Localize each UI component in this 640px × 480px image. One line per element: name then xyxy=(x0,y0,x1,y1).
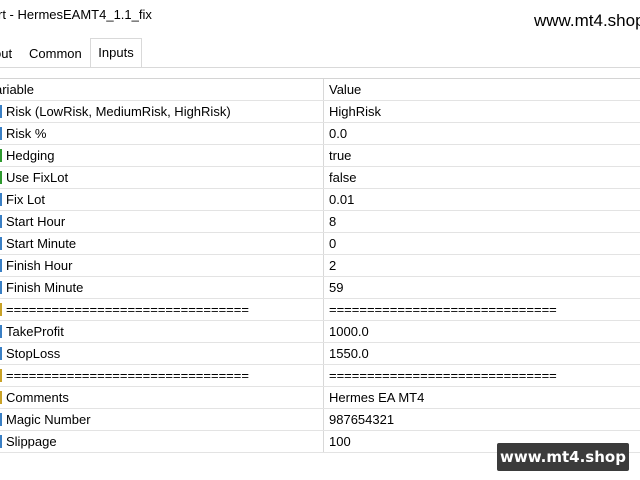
variable-label: Magic Number xyxy=(6,412,91,427)
cell-variable[interactable]: Hedging xyxy=(0,145,324,166)
param-type-icon xyxy=(0,149,2,162)
cell-value[interactable]: true xyxy=(329,145,640,166)
table-row[interactable]: Finish Hour 2 xyxy=(0,255,640,277)
cell-value[interactable]: HighRisk xyxy=(329,101,640,122)
cell-variable[interactable]: Risk % xyxy=(0,123,324,144)
variable-label: Start Minute xyxy=(6,236,77,251)
table-row[interactable]: Magic Number 987654321 xyxy=(0,409,640,431)
variable-label: Finish Hour xyxy=(6,258,73,273)
variable-label: ================================ xyxy=(6,302,249,317)
tab-inputs[interactable]: Inputs xyxy=(90,38,142,68)
variable-label: Risk (LowRisk, MediumRisk, HighRisk) xyxy=(6,104,231,119)
tab-common[interactable]: Common xyxy=(29,41,82,67)
table-row[interactable]: ================================ ========… xyxy=(0,365,640,387)
variable-label: Fix Lot xyxy=(6,192,46,207)
param-type-icon xyxy=(0,369,2,382)
param-type-icon xyxy=(0,193,2,206)
variable-label: Start Hour xyxy=(6,214,66,229)
cell-variable[interactable]: Finish Minute xyxy=(0,277,324,298)
column-header-variable[interactable]: ariable xyxy=(0,79,324,100)
variable-label: StopLoss xyxy=(6,346,61,361)
table-row[interactable]: Start Minute 0 xyxy=(0,233,640,255)
cell-value[interactable]: 1000.0 xyxy=(329,321,640,342)
cell-value[interactable]: 987654321 xyxy=(329,409,640,430)
cell-variable[interactable]: Fix Lot xyxy=(0,189,324,210)
table-row[interactable]: Risk (LowRisk, MediumRisk, HighRisk) High… xyxy=(0,101,640,123)
cell-variable[interactable]: StopLoss xyxy=(0,343,324,364)
variable-label: Slippage xyxy=(6,434,57,449)
cell-value[interactable]: 0 xyxy=(329,233,640,254)
window-title: rt - HermesEAMT4_1.1_fix xyxy=(0,7,152,22)
table-row[interactable]: Use FixLot false xyxy=(0,167,640,189)
cell-value[interactable]: 0.0 xyxy=(329,123,640,144)
table-row[interactable]: Finish Minute 59 xyxy=(0,277,640,299)
cell-value[interactable]: 8 xyxy=(329,211,640,232)
cell-value[interactable]: ============================== xyxy=(329,365,640,386)
cell-variable[interactable]: Start Hour xyxy=(0,211,324,232)
column-header-value[interactable]: Value xyxy=(329,79,640,100)
param-type-icon xyxy=(0,171,2,184)
cell-variable[interactable]: ================================ xyxy=(0,299,324,320)
cell-variable[interactable]: Risk (LowRisk, MediumRisk, HighRisk) xyxy=(0,101,324,122)
param-type-icon xyxy=(0,391,2,404)
table-row[interactable]: Hedging true xyxy=(0,145,640,167)
table-row[interactable]: ================================ ========… xyxy=(0,299,640,321)
cell-value[interactable]: false xyxy=(329,167,640,188)
cell-value[interactable]: 1550.0 xyxy=(329,343,640,364)
watermark-badge: www.mt4.shop xyxy=(497,443,629,471)
tab-divider xyxy=(0,67,640,68)
cell-variable[interactable]: Slippage xyxy=(0,431,324,452)
cell-variable[interactable]: Use FixLot xyxy=(0,167,324,188)
variable-label: Finish Minute xyxy=(6,280,84,295)
variable-label: ================================ xyxy=(6,368,249,383)
variable-label: Comments xyxy=(6,390,69,405)
cell-variable[interactable]: Magic Number xyxy=(0,409,324,430)
cell-variable[interactable]: ================================ xyxy=(0,365,324,386)
cell-value[interactable]: 59 xyxy=(329,277,640,298)
window-titlebar: rt - HermesEAMT4_1.1_fix www.mt4.shop xyxy=(0,0,640,34)
cell-value[interactable]: 2 xyxy=(329,255,640,276)
table-row[interactable]: Fix Lot 0.01 xyxy=(0,189,640,211)
table-row[interactable]: TakeProfit 1000.0 xyxy=(0,321,640,343)
cell-variable[interactable]: Comments xyxy=(0,387,324,408)
tab-about[interactable]: out xyxy=(0,41,12,67)
watermark-text-top: www.mt4.shop xyxy=(534,11,640,30)
param-type-icon xyxy=(0,303,2,316)
param-type-icon xyxy=(0,281,2,294)
table-row[interactable]: StopLoss 1550.0 xyxy=(0,343,640,365)
grid-header: ariable Value xyxy=(0,79,640,101)
param-type-icon xyxy=(0,215,2,228)
param-type-icon xyxy=(0,105,2,118)
table-row[interactable]: Risk % 0.0 xyxy=(0,123,640,145)
inputs-grid: ariable Value Risk (LowRisk, MediumRisk,… xyxy=(0,78,640,453)
cell-value[interactable]: ============================== xyxy=(329,299,640,320)
cell-variable[interactable]: Finish Hour xyxy=(0,255,324,276)
variable-label: Risk % xyxy=(6,126,47,141)
param-type-icon xyxy=(0,259,2,272)
param-type-icon xyxy=(0,127,2,140)
param-type-icon xyxy=(0,413,2,426)
cell-variable[interactable]: TakeProfit xyxy=(0,321,324,342)
cell-value[interactable]: 0.01 xyxy=(329,189,640,210)
variable-label: Use FixLot xyxy=(6,170,69,185)
param-type-icon xyxy=(0,347,2,360)
cell-variable[interactable]: Start Minute xyxy=(0,233,324,254)
param-type-icon xyxy=(0,325,2,338)
variable-label: TakeProfit xyxy=(6,324,64,339)
tab-bar: out Common Inputs xyxy=(0,38,640,68)
variable-label: Hedging xyxy=(6,148,55,163)
table-row[interactable]: Comments Hermes EA MT4 xyxy=(0,387,640,409)
table-row[interactable]: Start Hour 8 xyxy=(0,211,640,233)
cell-value[interactable]: Hermes EA MT4 xyxy=(329,387,640,408)
param-type-icon xyxy=(0,237,2,250)
param-type-icon xyxy=(0,435,2,448)
